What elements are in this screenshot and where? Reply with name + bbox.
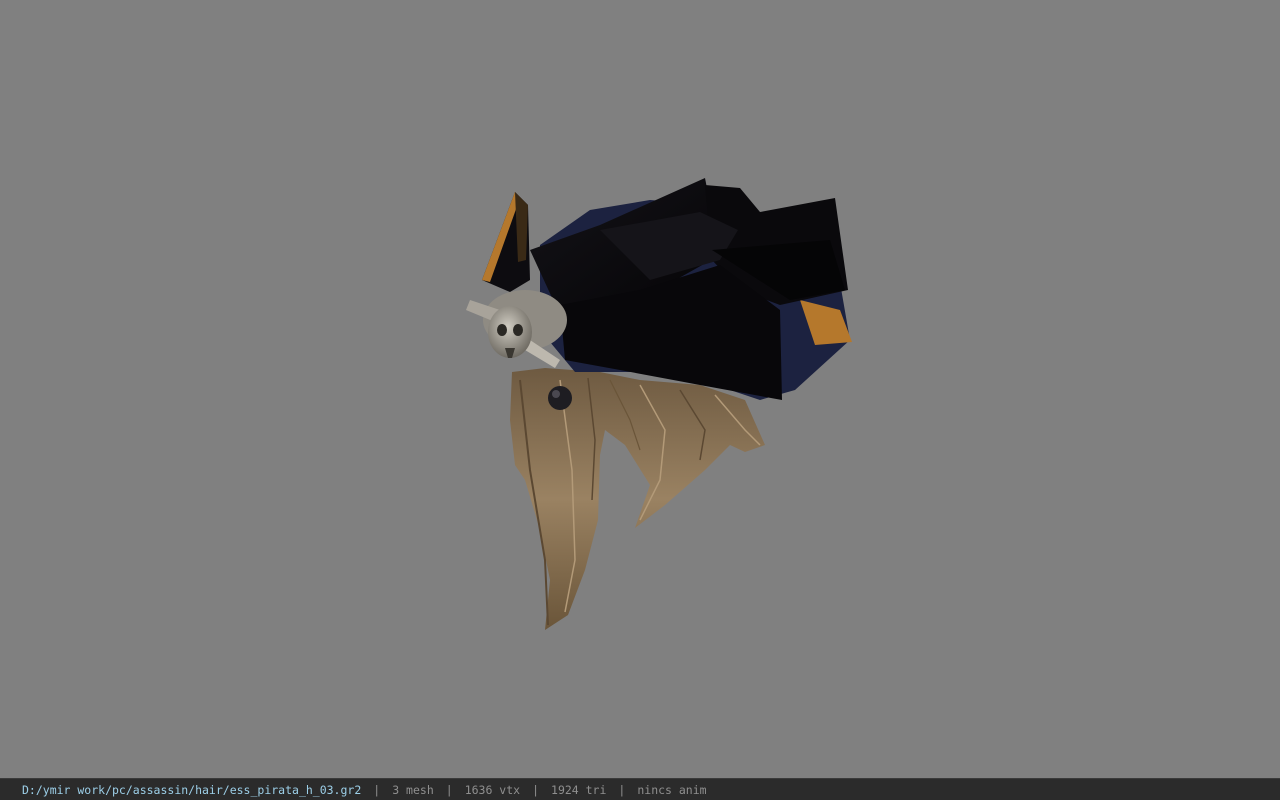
separator: | [618,782,626,797]
separator: | [445,782,453,797]
triangle-count: 1924 tri [551,782,607,797]
vertex-count: 1636 vtx [464,782,521,797]
status-bar: D:/ymir work/pc/assassin/hair/ess_pirata… [0,778,1280,800]
mesh-count: 3 mesh [392,782,434,797]
file-path: D:/ymir work/pc/assassin/hair/ess_pirata… [22,782,362,797]
separator: | [373,782,381,797]
separator: | [532,782,540,797]
model-render [466,178,852,630]
hair-mesh [510,368,765,630]
hat-mesh [482,178,852,400]
3d-viewport[interactable] [0,0,1280,778]
anim-status: nincs anim [637,782,707,797]
